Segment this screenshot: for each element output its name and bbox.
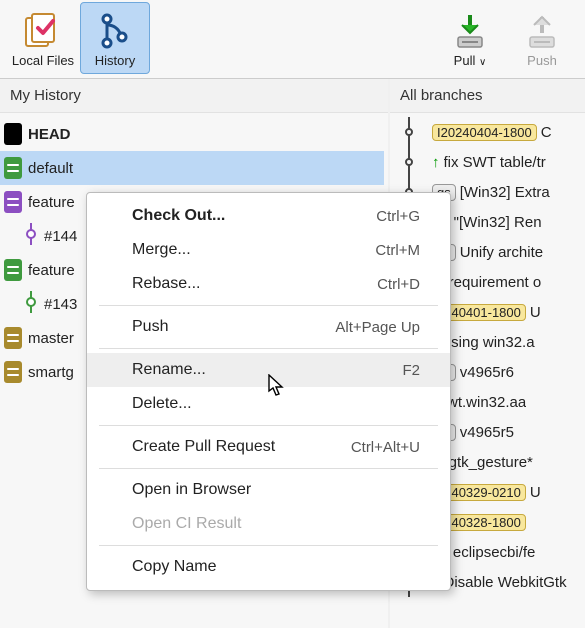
menu-separator [99, 468, 438, 469]
menu-item-rebase[interactable]: Rebase... Ctrl+D [87, 267, 450, 301]
menu-item-label: Push [132, 318, 168, 336]
commit-message: U [530, 484, 541, 501]
push-button: Push [507, 2, 577, 74]
branch-row-head[interactable]: HEAD [0, 117, 384, 151]
menu-item-label: Create Pull Request [132, 438, 275, 456]
menu-item-push[interactable]: Push Alt+Page Up [87, 310, 450, 344]
child-branch-icon [24, 223, 38, 249]
menu-item-label: Copy Name [132, 558, 216, 576]
menu-item-label: Merge... [132, 241, 191, 259]
commit-message: v4965r5 [460, 424, 514, 441]
menu-item-label: Delete... [132, 395, 192, 413]
commit-message: fix SWT table/tr [444, 154, 546, 171]
menu-shortcut: Alt+Page Up [335, 319, 420, 336]
pull-label: Pull ∨ [454, 53, 487, 68]
log-row[interactable]: ↑fix SWT table/tr [390, 147, 585, 177]
child-branch-icon [24, 291, 38, 317]
panel-header-right: All branches [390, 79, 585, 113]
menu-separator [99, 545, 438, 546]
menu-item-copy-name[interactable]: Copy Name [87, 550, 450, 584]
menu-item-open-ci-result: Open CI Result [87, 507, 450, 541]
push-label: Push [527, 53, 557, 68]
chevron-down-icon: ∨ [479, 57, 486, 68]
graph-marker [390, 117, 432, 147]
menu-item-label: Open in Browser [132, 481, 251, 499]
context-menu: Check Out... Ctrl+G Merge... Ctrl+M Rebase..… [86, 192, 451, 591]
commit-message: U [530, 304, 541, 321]
menu-item-check-out[interactable]: Check Out... Ctrl+G [87, 199, 450, 233]
ref-pill[interactable]: I20240404-1800 [432, 124, 537, 141]
menu-shortcut: Ctrl+D [377, 276, 420, 293]
commit-message: v4965r6 [460, 364, 514, 381]
pull-icon [450, 9, 490, 53]
history-button[interactable]: History [80, 2, 150, 74]
pull-button[interactable]: Pull ∨ [435, 2, 505, 74]
menu-item-create-pull-request[interactable]: Create Pull Request Ctrl+Alt+U [87, 430, 450, 464]
menu-separator [99, 348, 438, 349]
menu-item-open-in-browser[interactable]: Open in Browser [87, 473, 450, 507]
history-label: History [95, 53, 135, 68]
panel-header-left: My History [0, 79, 388, 113]
graph-marker [390, 147, 432, 177]
commit-message: C [541, 124, 552, 141]
commit-message: [Win32] Extra [460, 184, 550, 201]
files-icon [22, 9, 64, 53]
local-files-label: Local Files [12, 53, 74, 68]
menu-shortcut: Ctrl+M [375, 242, 420, 259]
menu-item-label: Rebase... [132, 275, 200, 293]
branch-icon [95, 9, 135, 53]
log-row[interactable]: I20240404-1800C [390, 117, 585, 147]
menu-separator [99, 425, 438, 426]
toolbar: Local Files History Pull ∨ Push [0, 0, 585, 78]
branch-row-default[interactable]: default [0, 151, 384, 185]
menu-item-rename[interactable]: Rename... F2 [87, 353, 450, 387]
menu-item-delete[interactable]: Delete... [87, 387, 450, 421]
menu-shortcut: Ctrl+G [376, 208, 420, 225]
menu-shortcut: Ctrl+Alt+U [351, 439, 420, 456]
menu-item-label: Open CI Result [132, 515, 241, 533]
menu-item-merge[interactable]: Merge... Ctrl+M [87, 233, 450, 267]
local-files-button[interactable]: Local Files [8, 2, 78, 74]
push-icon [522, 9, 562, 53]
commit-message: Unify archite [460, 244, 543, 261]
arrow-up-icon: ↑ [432, 154, 440, 171]
menu-separator [99, 305, 438, 306]
menu-item-label: Rename... [132, 361, 206, 379]
menu-shortcut: F2 [402, 362, 420, 379]
menu-item-label: Check Out... [132, 207, 225, 225]
commit-message: Disable WebkitGtk [444, 574, 567, 591]
